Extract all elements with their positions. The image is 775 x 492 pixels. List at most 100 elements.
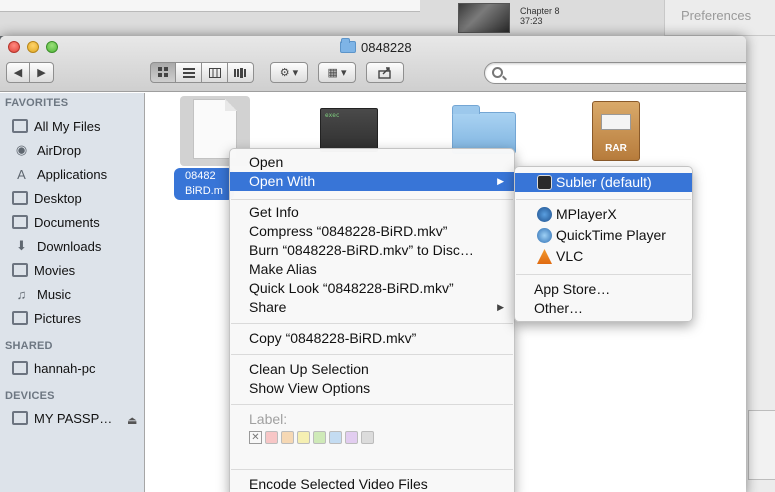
menu-item-open[interactable]: Open	[230, 153, 514, 172]
submenu-item-subler[interactable]: Subler (default)	[515, 173, 692, 192]
open-with-submenu: Subler (default) MPlayerX QuickTime Play…	[514, 166, 693, 322]
submenu-item-vlc[interactable]: VLC	[515, 247, 692, 266]
menu-item-show-view-options[interactable]: Show View Options	[230, 379, 514, 398]
sidebar-item-downloads[interactable]: ⬇ Downloads	[12, 236, 101, 256]
arrange-icon: ▦ ▾	[327, 67, 347, 79]
label-green-swatch[interactable]	[313, 431, 326, 444]
label-gray-swatch[interactable]	[361, 431, 374, 444]
label-red-swatch[interactable]	[265, 431, 278, 444]
label-purple-swatch[interactable]	[345, 431, 358, 444]
label-orange-swatch[interactable]	[281, 431, 294, 444]
list-view-button[interactable]	[176, 62, 202, 83]
icon-view-icon	[157, 67, 168, 77]
sidebar-item-pictures[interactable]: Pictures	[12, 308, 81, 328]
gear-icon: ⚙ ▾	[279, 67, 299, 79]
sidebar-item-all-my-files[interactable]: All My Files	[12, 116, 100, 136]
submenu-item-mplayerx[interactable]: MPlayerX	[515, 205, 692, 224]
share-button[interactable]	[366, 62, 404, 83]
column-view-button[interactable]	[202, 62, 228, 83]
coverflow-view-icon	[233, 67, 246, 78]
menu-item-label: Share	[249, 299, 287, 315]
label-blue-swatch[interactable]	[329, 431, 342, 444]
icon-view-button[interactable]	[150, 62, 176, 83]
menu-item-clean-up[interactable]: Clean Up Selection	[230, 360, 514, 379]
context-menu: Open Open With ▶ Get Info Compress “0848…	[229, 148, 515, 492]
search-field[interactable]	[484, 62, 746, 84]
music-icon: ♫	[16, 286, 27, 302]
devices-header: DEVICES	[5, 390, 55, 402]
rar-badge: RAR	[605, 143, 627, 154]
search-icon	[492, 67, 503, 78]
submenu-item-other[interactable]: Other…	[515, 299, 692, 318]
documents-icon	[12, 215, 28, 229]
terminal-file-icon[interactable]: exec	[320, 108, 378, 152]
file-label-line1: 08482	[185, 170, 216, 182]
close-button[interactable]	[8, 41, 20, 53]
sidebar-item-label: Pictures	[34, 310, 81, 326]
menu-item-burn[interactable]: Burn “0848228-BiRD.mkv” to Disc…	[230, 241, 514, 260]
share-icon	[378, 66, 391, 79]
quicktime-icon	[537, 228, 552, 243]
menu-separator	[231, 404, 513, 405]
menu-separator	[516, 199, 691, 200]
background-video-thumbnail	[458, 3, 510, 33]
back-button[interactable]: ◀	[6, 62, 30, 83]
submenu-item-quicktime[interactable]: QuickTime Player	[515, 226, 692, 245]
label-color-swatches: ✕	[249, 431, 374, 444]
submenu-item-label: VLC	[556, 248, 584, 264]
archive-label-icon	[601, 114, 631, 130]
sidebar-item-label: Applications	[37, 166, 108, 182]
menu-item-get-info[interactable]: Get Info	[230, 203, 514, 222]
column-view-icon	[208, 67, 221, 78]
menu-item-make-alias[interactable]: Make Alias	[230, 260, 514, 279]
label-none-swatch[interactable]: ✕	[249, 431, 262, 444]
sidebar-item-hannah-pc[interactable]: hannah-pc	[12, 358, 95, 378]
window-title-text: 0848228	[361, 39, 412, 55]
sidebar-item-applications[interactable]: A Applications	[12, 164, 107, 184]
selected-file-label[interactable]: 08482 BiRD.m	[174, 168, 234, 200]
menu-item-compress[interactable]: Compress “0848228-BiRD.mkv”	[230, 222, 514, 241]
sidebar-item-my-passport[interactable]: MY PASSP…	[12, 408, 112, 428]
arrange-menu-button[interactable]: ▦ ▾	[318, 62, 356, 83]
all-files-icon	[12, 119, 28, 133]
drive-icon	[12, 411, 28, 425]
sidebar-item-label: AirDrop	[37, 142, 82, 158]
view-mode-group	[150, 62, 254, 83]
submenu-item-app-store[interactable]: App Store…	[515, 280, 692, 299]
sidebar-item-label: Music	[37, 286, 71, 302]
menu-item-quick-look[interactable]: Quick Look “0848228-BiRD.mkv”	[230, 279, 514, 298]
forward-button[interactable]: ▶	[30, 62, 54, 83]
preferences-label[interactable]: Preferences	[681, 8, 751, 23]
background-window-edge	[0, 0, 420, 12]
sidebar-item-documents[interactable]: Documents	[12, 212, 100, 232]
menu-item-open-with[interactable]: Open With ▶	[230, 172, 514, 191]
menu-item-copy[interactable]: Copy “0848228-BiRD.mkv”	[230, 329, 514, 348]
background-panel	[748, 410, 775, 480]
action-menu-button[interactable]: ⚙ ▾	[270, 62, 308, 83]
menu-separator	[231, 354, 513, 355]
submenu-item-label: MPlayerX	[556, 206, 617, 222]
rar-archive-icon[interactable]: RAR	[592, 101, 640, 161]
downloads-icon: ⬇	[16, 238, 27, 253]
zoom-button[interactable]	[46, 41, 58, 53]
pictures-icon	[12, 311, 28, 325]
exec-icon: exec	[325, 112, 340, 119]
menu-item-share[interactable]: Share ▶	[230, 298, 514, 317]
submenu-arrow-icon: ▶	[497, 176, 504, 186]
background-chapter-info: Chapter 8 37:23	[520, 6, 560, 26]
eject-icon[interactable]: ⏏	[127, 414, 137, 427]
favorites-header: FAVORITES	[5, 97, 69, 109]
sidebar-item-airdrop[interactable]: ◉ AirDrop	[12, 140, 81, 160]
minimize-button[interactable]	[27, 41, 39, 53]
sidebar-item-desktop[interactable]: Desktop	[12, 188, 82, 208]
menu-item-encode[interactable]: Encode Selected Video Files	[230, 475, 514, 492]
list-view-icon	[182, 67, 195, 78]
coverflow-view-button[interactable]	[228, 62, 254, 83]
sidebar-item-movies[interactable]: Movies	[12, 260, 75, 280]
submenu-arrow-icon: ▶	[497, 302, 504, 312]
label-yellow-swatch[interactable]	[297, 431, 310, 444]
sidebar-item-label: Downloads	[37, 238, 102, 254]
sidebar-item-label: Movies	[34, 262, 76, 278]
sidebar-item-label: Documents	[34, 214, 100, 230]
sidebar-item-music[interactable]: ♫ Music	[12, 284, 71, 304]
